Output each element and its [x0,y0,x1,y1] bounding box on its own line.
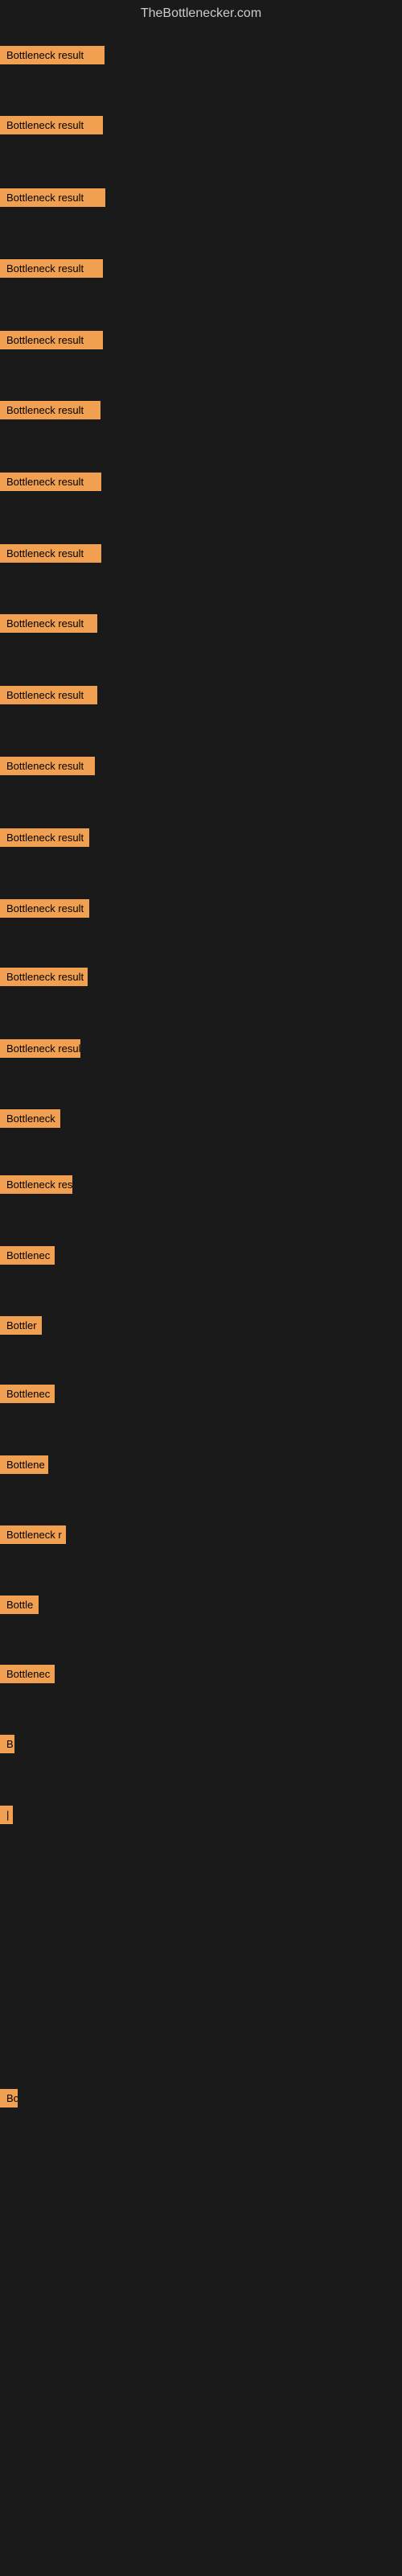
bottleneck-result-item[interactable]: Bottleneck result [0,188,105,207]
bottleneck-result-item[interactable]: Bottleneck result [0,544,101,563]
bottleneck-result-item[interactable]: Bottler [0,1316,42,1335]
bottleneck-result-item[interactable]: Bottleneck resul [0,1039,80,1058]
bottleneck-result-item[interactable]: Bottlene [0,1455,48,1474]
bottleneck-result-item[interactable]: Bottleneck res [0,1175,72,1194]
bottleneck-result-item[interactable]: Bottleneck result [0,828,89,847]
bottleneck-result-item[interactable]: | [0,1806,13,1824]
bottleneck-result-item[interactable]: Bottleneck [0,1109,60,1128]
bottleneck-result-item[interactable]: Bottleneck result [0,259,103,278]
bottleneck-result-item[interactable]: Bottleneck result [0,473,101,491]
bottleneck-result-item[interactable]: Bottlenec [0,1665,55,1683]
bottleneck-result-item[interactable]: Bottleneck result [0,46,105,64]
bottleneck-result-item[interactable]: Bottleneck result [0,757,95,775]
bottleneck-result-item[interactable]: Bottleneck result [0,116,103,134]
site-title: TheBottlenecker.com [0,0,402,31]
bottleneck-result-item[interactable]: Bottleneck r [0,1525,66,1544]
bottleneck-result-item[interactable]: Bottleneck result [0,968,88,986]
bottleneck-result-item[interactable]: Bottleneck result [0,899,89,918]
bottleneck-result-item[interactable]: Bottleneck result [0,401,100,419]
bottleneck-result-item[interactable]: Bottleneck result [0,331,103,349]
bottleneck-result-item[interactable]: Bottleneck result [0,686,97,704]
bottleneck-result-item[interactable]: Bottle [0,1596,39,1614]
bottleneck-result-item[interactable]: Bottlenec [0,1385,55,1403]
bottleneck-result-item[interactable]: Bottlenec [0,1246,55,1265]
bottleneck-result-item[interactable]: Bottleneck result [0,614,97,633]
bottleneck-result-item[interactable]: Bo [0,2089,18,2107]
bottleneck-result-item[interactable]: B [0,1735,14,1753]
